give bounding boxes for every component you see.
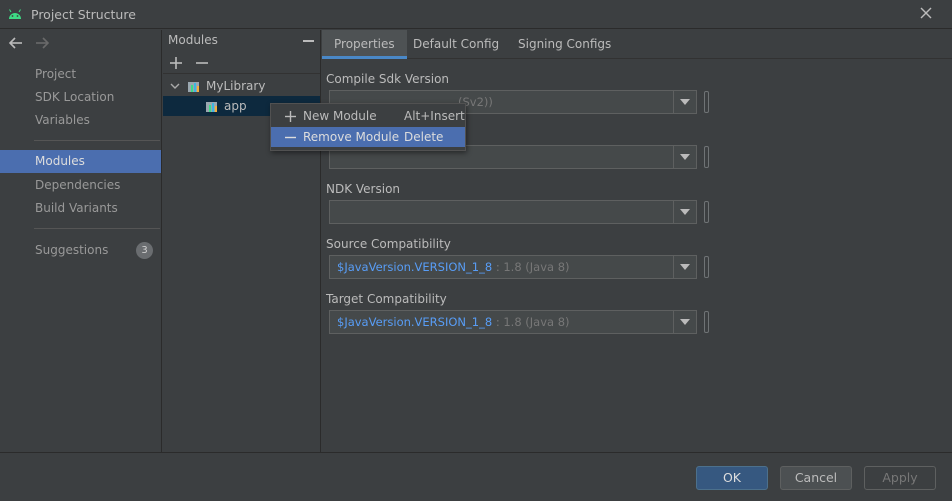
minus-icon: [285, 136, 296, 139]
compile-sdk-label: Compile Sdk Version: [326, 72, 450, 86]
cancel-button[interactable]: Cancel: [780, 466, 852, 490]
target-compat-value: $JavaVersion.VERSION_1_8 : 1.8 (Java 8): [337, 315, 570, 329]
reference-toggle[interactable]: [704, 91, 709, 113]
window-title: Project Structure: [31, 7, 136, 22]
combo-separator: [673, 91, 674, 113]
left-navigation: Project SDK Location Variables Modules D…: [0, 30, 162, 452]
modules-toolbar: [163, 52, 320, 74]
combo-separator: [673, 201, 674, 223]
android-icon: [9, 9, 21, 19]
tab-bar: Properties Default Config Signing Config…: [322, 30, 952, 59]
target-compat-ref: $JavaVersion.VERSION_1_8: [337, 315, 493, 329]
nav-item-sdk-location[interactable]: SDK Location: [0, 86, 161, 109]
tree-item-label: app: [224, 99, 247, 113]
modules-panel-title: Modules: [168, 33, 218, 47]
menu-item-label: New Module: [303, 109, 377, 123]
nav-item-build-variants[interactable]: Build Variants: [0, 197, 161, 220]
arrow-left-icon[interactable]: [8, 35, 24, 51]
minimize-icon[interactable]: [303, 40, 314, 42]
source-compat-resolved: 1.8 (Java 8): [503, 260, 570, 274]
plus-icon: [285, 111, 296, 122]
reference-toggle[interactable]: [704, 311, 709, 333]
target-compat-label: Target Compatibility: [326, 292, 447, 306]
dropdown-arrow-icon[interactable]: [680, 154, 690, 160]
ok-button[interactable]: OK: [696, 466, 768, 490]
nav-item-project[interactable]: Project: [0, 63, 161, 86]
menu-item-new-module[interactable]: New Module Alt+Insert: [271, 106, 465, 126]
module-context-menu: New Module Alt+Insert Remove Module Dele…: [270, 103, 466, 151]
source-compat-value: $JavaVersion.VERSION_1_8 : 1.8 (Java 8): [337, 260, 570, 274]
source-compat-label: Source Compatibility: [326, 237, 451, 251]
remove-module-icon[interactable]: [195, 56, 209, 70]
source-compat-ref: $JavaVersion.VERSION_1_8: [337, 260, 493, 274]
suggestions-count-badge: 3: [136, 242, 153, 259]
menu-item-label: Remove Module: [303, 130, 400, 144]
tree-item-label: MyLibrary: [206, 79, 266, 93]
modules-panel: Modules MyLibrary app: [163, 30, 321, 452]
arrow-right-icon[interactable]: [34, 35, 50, 51]
tab-default-config[interactable]: Default Config: [401, 30, 511, 59]
nav-separator: [34, 228, 160, 229]
tab-label: Default Config: [413, 37, 500, 51]
tree-item-mylibrary[interactable]: MyLibrary: [163, 76, 320, 96]
dropdown-arrow-icon[interactable]: [680, 99, 690, 105]
target-compat-combo[interactable]: $JavaVersion.VERSION_1_8 : 1.8 (Java 8): [329, 310, 697, 334]
dialog-footer: OK Cancel Apply: [0, 452, 952, 501]
reference-toggle[interactable]: [704, 146, 709, 168]
menu-item-shortcut: Alt+Insert: [404, 109, 465, 123]
tab-label: Properties: [334, 37, 395, 51]
source-compat-combo[interactable]: $JavaVersion.VERSION_1_8 : 1.8 (Java 8): [329, 255, 697, 279]
target-compat-resolved: 1.8 (Java 8): [503, 315, 570, 329]
nav-item-dependencies[interactable]: Dependencies: [0, 174, 161, 197]
reference-toggle[interactable]: [704, 201, 709, 223]
nav-item-suggestions[interactable]: Suggestions 3: [0, 239, 161, 262]
dropdown-arrow-icon[interactable]: [680, 319, 690, 325]
nav-item-modules[interactable]: Modules: [0, 150, 161, 173]
project-module-icon: [188, 82, 199, 92]
title-bar: Project Structure: [0, 0, 952, 29]
value-separator: :: [495, 260, 500, 274]
dropdown-arrow-icon[interactable]: [680, 209, 690, 215]
combo-separator: [673, 146, 674, 168]
tab-properties[interactable]: Properties: [322, 30, 407, 59]
apply-button[interactable]: Apply: [864, 466, 936, 490]
properties-pane: Properties Default Config Signing Config…: [322, 30, 952, 452]
menu-item-shortcut: Delete: [404, 130, 444, 144]
modules-panel-header: Modules: [163, 30, 320, 52]
menu-item-remove-module[interactable]: Remove Module Delete: [271, 127, 465, 147]
ndk-version-combo[interactable]: [329, 200, 697, 224]
close-icon[interactable]: [918, 5, 934, 21]
tab-signing-configs[interactable]: Signing Configs: [506, 30, 623, 59]
tab-label: Signing Configs: [518, 37, 612, 51]
nav-item-label: Dependencies: [35, 178, 121, 192]
combo-separator: [673, 311, 674, 333]
nav-item-label: Suggestions: [35, 243, 109, 257]
reference-toggle[interactable]: [704, 256, 709, 278]
ndk-version-label: NDK Version: [326, 182, 401, 196]
nav-item-label: Build Variants: [35, 201, 118, 215]
chevron-down-icon[interactable]: [170, 81, 180, 91]
nav-item-label: Modules: [35, 154, 85, 168]
nav-item-label: SDK Location: [35, 90, 115, 104]
value-separator: :: [495, 315, 500, 329]
nav-item-label: Variables: [35, 113, 90, 127]
add-module-icon[interactable]: [169, 56, 183, 70]
nav-separator: [34, 140, 160, 141]
nav-item-variables[interactable]: Variables: [0, 109, 161, 132]
combo-separator: [673, 256, 674, 278]
dropdown-arrow-icon[interactable]: [680, 264, 690, 270]
nav-item-label: Project: [35, 67, 77, 81]
module-icon: [206, 102, 217, 112]
